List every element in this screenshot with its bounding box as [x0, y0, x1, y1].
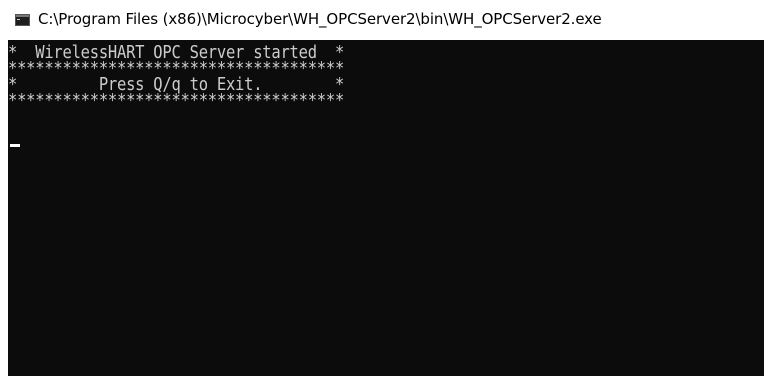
console-window: C:\Program Files (x86)\Microcyber\WH_OPC… [0, 0, 764, 376]
text-cursor [10, 144, 20, 147]
console-lines: * WirelessHART OPC Server started * ****… [8, 43, 345, 111]
console-app-icon[interactable] [15, 13, 30, 26]
window-title: C:\Program Files (x86)\Microcyber\WH_OPC… [38, 10, 602, 28]
console-line-separator-bottom: ************************************* [8, 89, 345, 111]
title-bar[interactable]: C:\Program Files (x86)\Microcyber\WH_OPC… [0, 0, 764, 40]
console-output[interactable]: * WirelessHART OPC Server started * ****… [8, 40, 764, 376]
